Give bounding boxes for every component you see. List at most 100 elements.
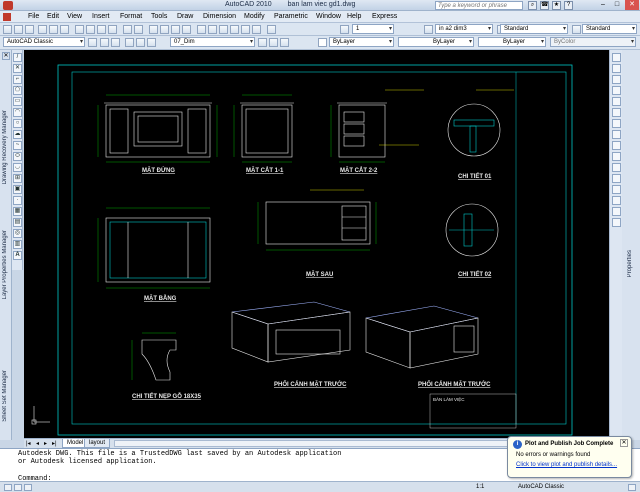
zoom-realtime-icon[interactable] [160, 25, 169, 34]
extend-icon[interactable] [612, 163, 621, 172]
menu-tools[interactable]: Tools [151, 13, 167, 20]
layer-properties-manager-tab[interactable]: Layer Properties Manager [2, 230, 8, 299]
open-icon[interactable] [14, 25, 23, 34]
publish-icon[interactable] [60, 25, 69, 34]
annotation-scale-status[interactable]: 1:1 [476, 484, 484, 490]
revcloud-icon[interactable]: ☁ [13, 130, 22, 139]
cut-icon[interactable] [75, 25, 84, 34]
help-icon[interactable] [267, 25, 276, 34]
hatch-icon[interactable]: ▦ [13, 207, 22, 216]
layer-manager-icon[interactable] [100, 38, 109, 47]
arc-icon[interactable]: ◠ [13, 108, 22, 117]
join-icon[interactable] [612, 185, 621, 194]
layer-freeze-icon[interactable] [136, 38, 145, 47]
drawing-recovery-manager-tab[interactable]: Drawing Recovery Manager [2, 110, 8, 184]
menu-help[interactable]: Help [347, 13, 361, 20]
markup-icon[interactable] [241, 25, 250, 34]
erase-icon[interactable] [612, 53, 621, 62]
trim-icon[interactable] [612, 152, 621, 161]
plotstyle-select[interactable]: ByColor [550, 37, 636, 47]
scale-icon[interactable] [612, 130, 621, 139]
menu-insert[interactable]: Insert [92, 13, 110, 20]
grid-toggle-icon[interactable] [14, 484, 22, 491]
properties-palette-tab[interactable]: Properties [627, 250, 633, 277]
plot-icon[interactable] [38, 25, 47, 34]
redo-icon[interactable] [134, 25, 143, 34]
workspace-status[interactable]: AutoCAD Classic [518, 484, 564, 490]
fillet-icon[interactable] [612, 207, 621, 216]
menu-file[interactable]: File [28, 13, 39, 20]
snap-toggle-icon[interactable] [4, 484, 12, 491]
rotate-icon[interactable] [612, 119, 621, 128]
make-current-icon[interactable] [258, 38, 267, 47]
tablestyle-select[interactable]: Standard [582, 24, 637, 34]
offset-icon[interactable] [612, 86, 621, 95]
annotation-scale-icon[interactable] [340, 25, 349, 34]
save-icon[interactable] [25, 25, 34, 34]
menu-modify[interactable]: Modify [244, 13, 265, 20]
table-icon[interactable]: ▥ [13, 240, 22, 249]
menu-parametric[interactable]: Parametric [274, 13, 308, 20]
stretch-icon[interactable] [612, 141, 621, 150]
app-menu-button[interactable] [3, 1, 13, 10]
tab-nav-prev-icon[interactable]: ◂ [36, 440, 39, 447]
point-icon[interactable]: · [13, 196, 22, 205]
multiline-text-icon[interactable]: A [13, 251, 22, 260]
zoom-previous-icon[interactable] [182, 25, 191, 34]
notification-details-link[interactable]: Click to view plot and publish details..… [516, 462, 617, 468]
construction-line-icon[interactable]: ✕ [13, 64, 22, 73]
pan-icon[interactable] [149, 25, 158, 34]
close-icon[interactable]: ✕ [620, 439, 628, 447]
ellipse-icon[interactable]: ⬭ [13, 152, 22, 161]
linetype-select[interactable]: ByLayer [398, 37, 474, 47]
menu-draw[interactable]: Draw [177, 13, 193, 20]
make-block-icon[interactable]: ▣ [13, 185, 22, 194]
layer-lock-icon[interactable] [147, 38, 156, 47]
insert-block-icon[interactable]: ⊞ [13, 174, 22, 183]
help-icon[interactable]: ? [564, 1, 573, 10]
move-icon[interactable] [612, 108, 621, 117]
lineweight-select[interactable]: ByLayer [478, 37, 546, 47]
spline-icon[interactable]: ~ [13, 141, 22, 150]
clean-screen-icon[interactable] [628, 484, 636, 491]
tab-nav-first-icon[interactable]: |◂ [26, 440, 31, 447]
region-icon[interactable]: ◎ [13, 229, 22, 238]
tool-palettes-icon[interactable] [219, 25, 228, 34]
layer-previous-icon[interactable] [269, 38, 278, 47]
search-icon[interactable]: ⌕ [528, 1, 537, 10]
match-properties-icon[interactable] [108, 25, 117, 34]
copy-icon[interactable] [86, 25, 95, 34]
workspace-settings-icon[interactable] [88, 38, 97, 47]
menu-express[interactable]: Express [372, 13, 397, 20]
design-center-icon[interactable] [208, 25, 217, 34]
properties-icon[interactable] [197, 25, 206, 34]
calculator-icon[interactable] [252, 25, 261, 34]
chamfer-icon[interactable] [612, 196, 621, 205]
color-swatch-icon[interactable] [318, 38, 327, 47]
menu-view[interactable]: View [67, 13, 82, 20]
menu-format[interactable]: Format [120, 13, 142, 20]
ellipse-arc-icon[interactable]: ◡ [13, 163, 22, 172]
polyline-icon[interactable]: ⌐ [13, 75, 22, 84]
zoom-window-icon[interactable] [171, 25, 180, 34]
textstyle-select[interactable]: Standard [500, 24, 568, 34]
sheet-set-manager-tab[interactable]: Sheet Set Manager [2, 370, 8, 422]
dimstyle-icon[interactable] [424, 25, 433, 34]
maximize-button[interactable]: □ [610, 0, 624, 10]
minimize-button[interactable]: – [596, 0, 610, 10]
favorites-icon[interactable]: ★ [552, 1, 561, 10]
annotation-scale-select[interactable]: 1 [352, 24, 394, 34]
menu-dimension[interactable]: Dimension [203, 13, 236, 20]
tablestyle-icon[interactable] [572, 25, 581, 34]
new-icon[interactable] [3, 25, 12, 34]
layer-state-icon[interactable] [111, 38, 120, 47]
undo-icon[interactable] [123, 25, 132, 34]
palette-close-icon[interactable]: ✕ [2, 52, 10, 60]
gradient-icon[interactable]: ▤ [13, 218, 22, 227]
layer-walk-icon[interactable] [280, 38, 289, 47]
polygon-icon[interactable]: ⬠ [13, 86, 22, 95]
copy-object-icon[interactable] [612, 64, 621, 73]
menu-window[interactable]: Window [316, 13, 341, 20]
color-select[interactable]: ByLayer [329, 37, 394, 47]
tab-layout[interactable]: layout [84, 439, 111, 448]
